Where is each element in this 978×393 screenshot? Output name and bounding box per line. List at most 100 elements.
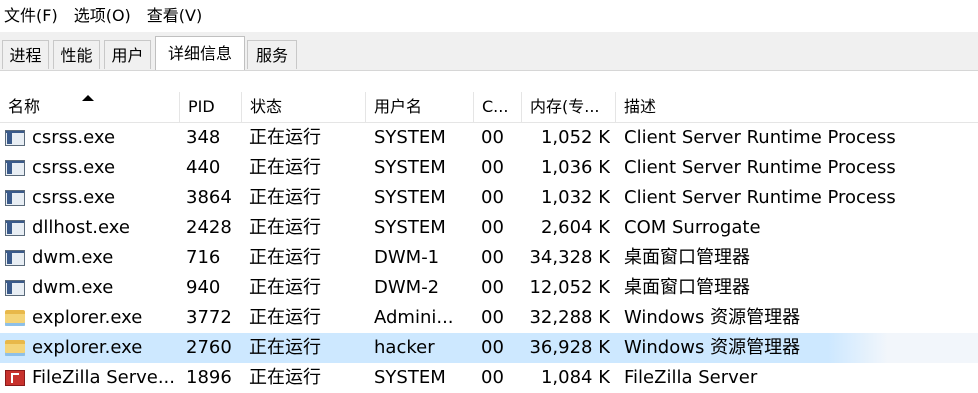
process-cpu: 00 xyxy=(481,127,504,148)
process-username: DWM-1 xyxy=(374,247,440,268)
table-row[interactable]: FileZilla Serve... 1896 正在运行 SYSTEM 00 1,084 … xyxy=(0,363,978,393)
tab-processes[interactable]: 进程 xyxy=(2,40,49,69)
process-memory: 1,036 K xyxy=(540,157,610,178)
process-status: 正在运行 xyxy=(249,157,321,178)
process-status: 正在运行 xyxy=(249,217,321,238)
process-list: csrss.exe 348 正在运行 SYSTEM 00 1,052 K Client Se… xyxy=(0,123,978,393)
column-header-memory[interactable]: 内存(专... xyxy=(522,92,616,122)
process-username: DWM-2 xyxy=(374,277,440,298)
process-cpu: 00 xyxy=(481,367,504,388)
menu-bar: 文件(F) 选项(O) 查看(V) xyxy=(0,0,978,32)
app-window-icon xyxy=(5,190,25,206)
table-row[interactable]: csrss.exe 3864 正在运行 SYSTEM 00 1,032 K Client S… xyxy=(0,183,978,213)
menu-file[interactable]: 文件(F) xyxy=(0,0,66,32)
table-row[interactable]: csrss.exe 348 正在运行 SYSTEM 00 1,052 K Client Se… xyxy=(0,123,978,153)
tab-performance[interactable]: 性能 xyxy=(53,40,100,69)
process-pid: 348 xyxy=(186,127,221,148)
process-username: hacker xyxy=(374,337,435,358)
process-pid: 2760 xyxy=(186,337,232,358)
process-status: 正在运行 xyxy=(249,127,321,148)
process-username: SYSTEM xyxy=(374,157,446,178)
process-username: SYSTEM xyxy=(374,127,446,148)
process-pid: 1896 xyxy=(186,367,232,388)
table-header: 名称 PID 状态 用户名 C... 内存(专... 描述 xyxy=(0,92,978,123)
process-memory: 32,288 K xyxy=(529,307,610,328)
process-status: 正在运行 xyxy=(249,367,321,388)
table-row[interactable]: dwm.exe 716 正在运行 DWM-1 00 34,328 K 桌面窗口管理器 xyxy=(0,243,978,273)
menu-options[interactable]: 选项(O) xyxy=(66,0,139,32)
app-window-icon xyxy=(5,250,25,266)
process-username: SYSTEM xyxy=(374,187,446,208)
process-memory: 1,032 K xyxy=(540,187,610,208)
tab-services[interactable]: 服务 xyxy=(247,40,297,69)
process-memory: 12,052 K xyxy=(529,277,610,298)
process-description: Client Server Runtime Process xyxy=(624,187,896,208)
process-memory: 36,928 K xyxy=(529,337,610,358)
app-window-icon xyxy=(5,280,25,296)
process-description: Windows 资源管理器 xyxy=(624,307,801,328)
process-username: SYSTEM xyxy=(374,217,446,238)
process-memory: 1,084 K xyxy=(540,367,610,388)
process-status: 正在运行 xyxy=(249,277,321,298)
process-name: explorer.exe xyxy=(32,337,143,358)
process-cpu: 00 xyxy=(481,307,504,328)
process-cpu: 00 xyxy=(481,217,504,238)
column-header-username[interactable]: 用户名 xyxy=(366,92,474,122)
process-description: 桌面窗口管理器 xyxy=(624,277,750,298)
app-window-icon xyxy=(5,130,25,146)
process-cpu: 00 xyxy=(481,247,504,268)
app-window-icon xyxy=(5,160,25,176)
process-cpu: 00 xyxy=(481,187,504,208)
table-row[interactable]: explorer.exe 3772 正在运行 Admini... 00 32,288 K W… xyxy=(0,303,978,333)
menu-view[interactable]: 查看(V) xyxy=(139,0,210,32)
table-row[interactable]: dwm.exe 940 正在运行 DWM-2 00 12,052 K 桌面窗口管理器 xyxy=(0,273,978,303)
process-pid: 3864 xyxy=(186,187,232,208)
process-status: 正在运行 xyxy=(249,337,321,358)
column-header-status[interactable]: 状态 xyxy=(242,92,366,122)
process-pid: 716 xyxy=(186,247,221,268)
process-description: Client Server Runtime Process xyxy=(624,157,896,178)
process-name: dllhost.exe xyxy=(32,217,130,238)
process-memory: 2,604 K xyxy=(540,217,610,238)
app-window-icon xyxy=(5,220,25,236)
process-cpu: 00 xyxy=(481,277,504,298)
process-name: dwm.exe xyxy=(32,247,114,268)
process-description: 桌面窗口管理器 xyxy=(624,247,750,268)
process-description: FileZilla Server xyxy=(624,367,758,388)
column-header-name-label: 名称 xyxy=(8,97,41,116)
folder-icon xyxy=(5,310,25,326)
process-name: csrss.exe xyxy=(32,157,116,178)
process-name: FileZilla Serve... xyxy=(32,367,175,388)
table-row[interactable]: explorer.exe 2760 正在运行 hacker 00 36,928 K Wind… xyxy=(0,333,978,363)
process-name: dwm.exe xyxy=(32,277,114,298)
folder-icon xyxy=(5,340,25,356)
column-header-cpu[interactable]: C... xyxy=(474,92,522,122)
tab-strip: 进程 性能 用户 详细信息 服务 xyxy=(0,32,978,71)
process-pid: 940 xyxy=(186,277,221,298)
column-header-name[interactable]: 名称 xyxy=(0,92,180,122)
process-description: Client Server Runtime Process xyxy=(624,127,896,148)
process-description: COM Surrogate xyxy=(624,217,761,238)
process-pid: 2428 xyxy=(186,217,232,238)
process-name: explorer.exe xyxy=(32,307,143,328)
process-pid: 440 xyxy=(186,157,221,178)
process-memory: 34,328 K xyxy=(529,247,610,268)
column-header-description[interactable]: 描述 xyxy=(616,92,978,122)
process-cpu: 00 xyxy=(481,157,504,178)
sort-ascending-icon xyxy=(82,95,94,101)
tab-users[interactable]: 用户 xyxy=(104,40,151,69)
process-status: 正在运行 xyxy=(249,247,321,268)
table-row[interactable]: dllhost.exe 2428 正在运行 SYSTEM 00 2,604 K COM Su… xyxy=(0,213,978,243)
process-name: csrss.exe xyxy=(32,127,116,148)
process-memory: 1,052 K xyxy=(540,127,610,148)
tab-details[interactable]: 详细信息 xyxy=(155,36,245,70)
column-header-pid[interactable]: PID xyxy=(180,92,242,122)
process-pid: 3772 xyxy=(186,307,232,328)
selection-fade xyxy=(828,333,978,363)
process-cpu: 00 xyxy=(481,337,504,358)
process-name: csrss.exe xyxy=(32,187,116,208)
filezilla-icon xyxy=(5,370,25,386)
process-status: 正在运行 xyxy=(249,307,321,328)
table-row[interactable]: csrss.exe 440 正在运行 SYSTEM 00 1,036 K Client Se… xyxy=(0,153,978,183)
process-status: 正在运行 xyxy=(249,187,321,208)
